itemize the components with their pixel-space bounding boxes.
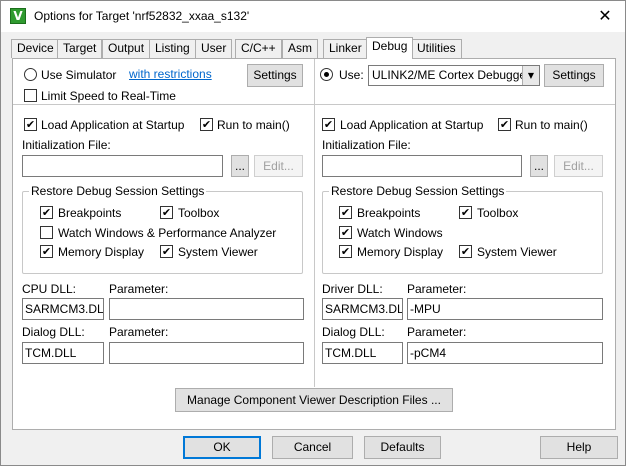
restore-settings-title: Restore Debug Session Settings: [29, 184, 207, 198]
watch-windows-checkbox[interactable]: [40, 226, 53, 239]
toolbox-label: Toolbox: [178, 206, 220, 220]
use-simulator-label: Use Simulator: [41, 68, 117, 82]
right-dialog-param-input[interactable]: -pCM4: [407, 342, 603, 364]
right-toolbox-label: Toolbox: [477, 206, 519, 220]
right-watch-windows-label: Watch Windows: [357, 226, 443, 240]
simulator-settings-button[interactable]: Settings: [247, 64, 303, 87]
dialog-dll-input[interactable]: TCM.DLL: [22, 342, 104, 364]
right-dialog-param-label: Parameter:: [407, 325, 467, 339]
right-memory-display-checkbox[interactable]: ✔: [339, 245, 352, 258]
cpu-dll-input[interactable]: SARMCM3.DLL: [22, 298, 104, 320]
radio-selected-dot: [324, 72, 329, 77]
chevron-down-icon: ▼: [522, 66, 539, 85]
debug-tab-panel: Use Simulator with restrictions Settings…: [12, 58, 616, 430]
close-button[interactable]: ✕: [585, 1, 625, 31]
right-toolbox-checkbox[interactable]: ✔: [459, 206, 472, 219]
right-run-to-main-label: Run to main(): [515, 118, 588, 132]
app-icon: V: [10, 8, 26, 24]
limit-speed-label: Limit Speed to Real-Time: [41, 89, 176, 103]
tab-asm[interactable]: Asm: [282, 39, 318, 58]
right-init-file-label: Initialization File:: [322, 138, 411, 152]
init-file-browse-button[interactable]: ...: [231, 155, 249, 177]
right-run-to-main-checkbox[interactable]: ✔: [498, 118, 511, 131]
run-to-main-label: Run to main(): [217, 118, 290, 132]
right-breakpoints-label: Breakpoints: [357, 206, 421, 220]
defaults-button[interactable]: Defaults: [364, 436, 441, 459]
right-watch-windows-checkbox[interactable]: ✔: [339, 226, 352, 239]
driver-dll-input[interactable]: SARMCM3.DLL: [322, 298, 403, 320]
right-dialog-dll-label: Dialog DLL:: [322, 325, 385, 339]
tab-cpp[interactable]: C/C++: [235, 39, 282, 58]
right-system-viewer-checkbox[interactable]: ✔: [459, 245, 472, 258]
tab-listing[interactable]: Listing: [149, 39, 196, 58]
cpu-param-input[interactable]: [109, 298, 304, 320]
right-init-file-browse-button[interactable]: ...: [530, 155, 548, 177]
init-file-label: Initialization File:: [22, 138, 111, 152]
init-file-edit-button[interactable]: Edit...: [254, 155, 303, 177]
right-load-app-checkbox[interactable]: ✔: [322, 118, 335, 131]
init-file-input[interactable]: [22, 155, 223, 177]
ok-button[interactable]: OK: [183, 436, 261, 459]
right-init-file-edit-button[interactable]: Edit...: [554, 155, 603, 177]
driver-param-label: Parameter:: [407, 282, 467, 296]
memory-display-label: Memory Display: [58, 245, 145, 259]
tab-output[interactable]: Output: [102, 39, 151, 58]
window-title: Options for Target 'nrf52832_xxaa_s132': [34, 9, 250, 23]
breakpoints-label: Breakpoints: [58, 206, 122, 220]
system-viewer-label: System Viewer: [178, 245, 258, 259]
tab-linker[interactable]: Linker: [323, 39, 368, 58]
debugger-settings-button[interactable]: Settings: [544, 64, 604, 87]
column-divider: [314, 59, 315, 387]
debugger-select-value: ULINK2/ME Cortex Debugger: [372, 68, 531, 82]
help-button[interactable]: Help: [540, 436, 618, 459]
right-breakpoints-checkbox[interactable]: ✔: [339, 206, 352, 219]
with-restrictions-link[interactable]: with restrictions: [129, 67, 212, 81]
tab-target[interactable]: Target: [57, 39, 103, 58]
load-app-checkbox[interactable]: ✔: [24, 118, 37, 131]
cancel-button[interactable]: Cancel: [272, 436, 353, 459]
right-restore-settings-title: Restore Debug Session Settings: [329, 184, 507, 198]
dialog-param-input[interactable]: [109, 342, 304, 364]
use-debugger-label: Use:: [339, 68, 364, 82]
left-separator: [13, 104, 314, 105]
driver-dll-label: Driver DLL:: [322, 282, 383, 296]
right-memory-display-label: Memory Display: [357, 245, 444, 259]
load-app-label: Load Application at Startup: [41, 118, 185, 132]
title-bar: V Options for Target 'nrf52832_xxaa_s132…: [1, 1, 625, 32]
right-system-viewer-label: System Viewer: [477, 245, 557, 259]
tab-device[interactable]: Device: [11, 39, 60, 58]
right-dialog-dll-input[interactable]: TCM.DLL: [322, 342, 403, 364]
watch-windows-label: Watch Windows & Performance Analyzer: [58, 226, 277, 240]
tab-debug[interactable]: Debug: [366, 37, 414, 59]
cpu-dll-label: CPU DLL:: [22, 282, 77, 296]
breakpoints-checkbox[interactable]: ✔: [40, 206, 53, 219]
right-load-app-label: Load Application at Startup: [340, 118, 484, 132]
tab-user[interactable]: User: [195, 39, 233, 58]
cpu-param-label: Parameter:: [109, 282, 169, 296]
toolbox-checkbox[interactable]: ✔: [160, 206, 173, 219]
dialog-dll-label: Dialog DLL:: [22, 325, 85, 339]
use-simulator-radio[interactable]: [24, 68, 37, 81]
debugger-select[interactable]: ULINK2/ME Cortex Debugger ▼: [368, 65, 540, 86]
driver-param-input[interactable]: -MPU: [407, 298, 603, 320]
limit-speed-checkbox[interactable]: [24, 89, 37, 102]
dialog-param-label: Parameter:: [109, 325, 169, 339]
memory-display-checkbox[interactable]: ✔: [40, 245, 53, 258]
system-viewer-checkbox[interactable]: ✔: [160, 245, 173, 258]
run-to-main-checkbox[interactable]: ✔: [200, 118, 213, 131]
right-init-file-input[interactable]: [322, 155, 522, 177]
right-separator: [315, 104, 615, 105]
tab-utilities[interactable]: Utilities: [411, 39, 462, 58]
manage-component-viewer-button[interactable]: Manage Component Viewer Description File…: [175, 388, 453, 412]
options-dialog: V Options for Target 'nrf52832_xxaa_s132…: [0, 0, 626, 466]
use-debugger-radio[interactable]: [320, 68, 333, 81]
